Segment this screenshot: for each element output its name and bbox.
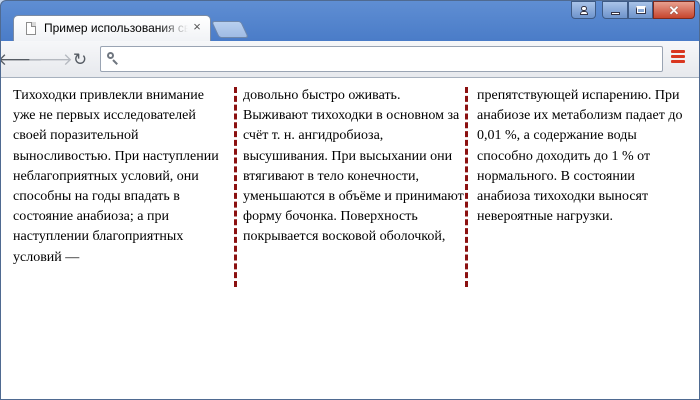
- page-content: Тихоходки привлекли внимание уже не перв…: [1, 78, 699, 399]
- reload-icon: ↻: [72, 49, 88, 69]
- forward-button[interactable]: 🡒: [27, 48, 73, 70]
- column-rule: [465, 87, 468, 287]
- tab-active[interactable]: Пример использования своиств ×: [13, 15, 211, 41]
- browser-toolbar: 🡐 🡒 ↻: [1, 41, 699, 78]
- search-icon: [107, 52, 118, 65]
- tab-close-icon[interactable]: ×: [190, 20, 204, 34]
- tab-strip: Пример использования своиств × ✕: [1, 1, 699, 41]
- article-column-1: Тихоходки привлекли внимание уже не перв…: [13, 86, 229, 268]
- reload-button[interactable]: ↻: [69, 48, 91, 70]
- column-rule: [234, 87, 237, 287]
- page-icon: [26, 22, 36, 35]
- user-icon: [579, 5, 588, 15]
- article-text-part-1: Тихоходки привлекли внимание уже не перв…: [13, 88, 219, 265]
- window-controls: ✕: [571, 1, 695, 21]
- minimize-button[interactable]: [602, 1, 628, 19]
- article-column-2: довольно быстро оживать. Выживают тихохо…: [243, 86, 465, 248]
- forward-arrow-icon: 🡒: [27, 49, 73, 69]
- browser-window: Пример использования своиств × ✕ 🡐 🡒: [0, 0, 700, 400]
- maximize-icon: [635, 6, 646, 14]
- article-text-part-3: препятствующей испарению. При анабиозе и…: [477, 88, 683, 225]
- address-bar[interactable]: [100, 46, 663, 72]
- new-tab-button[interactable]: [211, 21, 249, 38]
- browser-menu-button[interactable]: [671, 50, 685, 68]
- user-button[interactable]: [571, 1, 596, 19]
- minimize-icon: [610, 11, 620, 15]
- close-window-button[interactable]: ✕: [653, 1, 695, 19]
- maximize-button[interactable]: [628, 1, 653, 19]
- address-input[interactable]: [125, 50, 659, 70]
- article-text-part-2: довольно быстро оживать. Выживают тихохо…: [243, 88, 464, 245]
- article-column-3: препятствующей испарению. При анабиозе и…: [477, 86, 689, 227]
- close-icon: ✕: [668, 2, 680, 18]
- tab-title: Пример использования своиств: [44, 21, 188, 35]
